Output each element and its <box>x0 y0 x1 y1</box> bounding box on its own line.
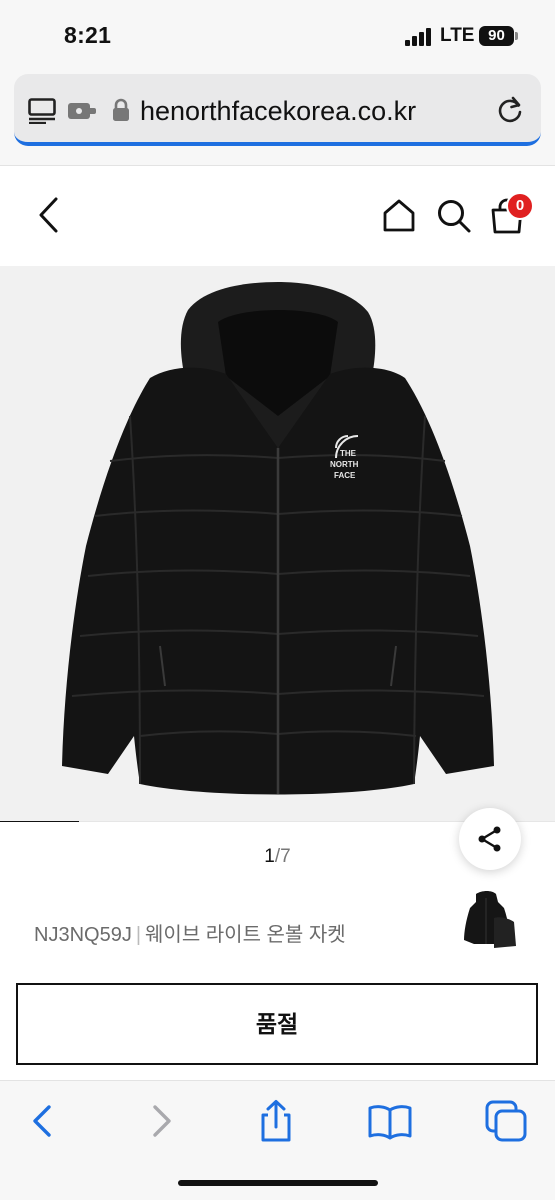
pager-total: 7 <box>280 846 291 867</box>
pager-current: 1 <box>264 846 275 867</box>
svg-text:THE: THE <box>340 449 357 458</box>
network-type: LTE <box>440 25 475 46</box>
gallery-pager: 1/7 <box>0 846 555 868</box>
safari-back-icon[interactable] <box>22 1099 66 1143</box>
home-icon[interactable] <box>382 198 416 232</box>
battery-tip <box>515 32 518 40</box>
url-text[interactable]: henorthfacekorea.co.kr <box>140 96 496 127</box>
svg-text:NORTH: NORTH <box>330 460 359 469</box>
bookmarks-icon[interactable] <box>368 1099 412 1143</box>
jacket-image: THE NORTH FACE <box>62 282 494 795</box>
tabs-icon[interactable] <box>484 1099 528 1143</box>
search-icon[interactable] <box>436 198 472 234</box>
product-separator: | <box>135 924 142 946</box>
home-indicator <box>178 1180 378 1186</box>
svg-text:FACE: FACE <box>334 471 356 480</box>
reader-icon[interactable] <box>28 98 56 124</box>
product-title: NJ3NQ59J | 웨이브 라이트 온볼 자켓 <box>34 918 346 947</box>
reload-icon[interactable] <box>494 94 526 126</box>
browser-address-area: henorthfacekorea.co.kr <box>0 72 555 166</box>
lock-icon <box>113 98 129 121</box>
battery-icon: 90 <box>479 26 514 46</box>
product-name: 웨이브 라이트 온볼 자켓 <box>145 924 346 946</box>
status-time: 8:21 <box>64 22 112 48</box>
sold-out-button[interactable]: 품절 <box>16 983 538 1065</box>
product-image[interactable]: THE NORTH FACE <box>0 266 555 822</box>
safari-forward-icon[interactable] <box>138 1099 182 1143</box>
site-header: 0 <box>0 166 555 266</box>
product-code: NJ3NQ59J <box>34 924 132 946</box>
status-bar: 8:21 LTE 90 <box>0 0 555 72</box>
cart-count-badge: 0 <box>506 192 534 220</box>
color-thumbnail[interactable] <box>458 888 522 952</box>
back-icon[interactable] <box>34 196 64 234</box>
extension-icon[interactable] <box>68 101 98 121</box>
address-bar[interactable]: henorthfacekorea.co.kr <box>14 74 541 146</box>
signal-icon <box>405 28 431 46</box>
share-sheet-icon[interactable] <box>254 1099 298 1143</box>
gallery-progress-fill <box>0 821 80 822</box>
